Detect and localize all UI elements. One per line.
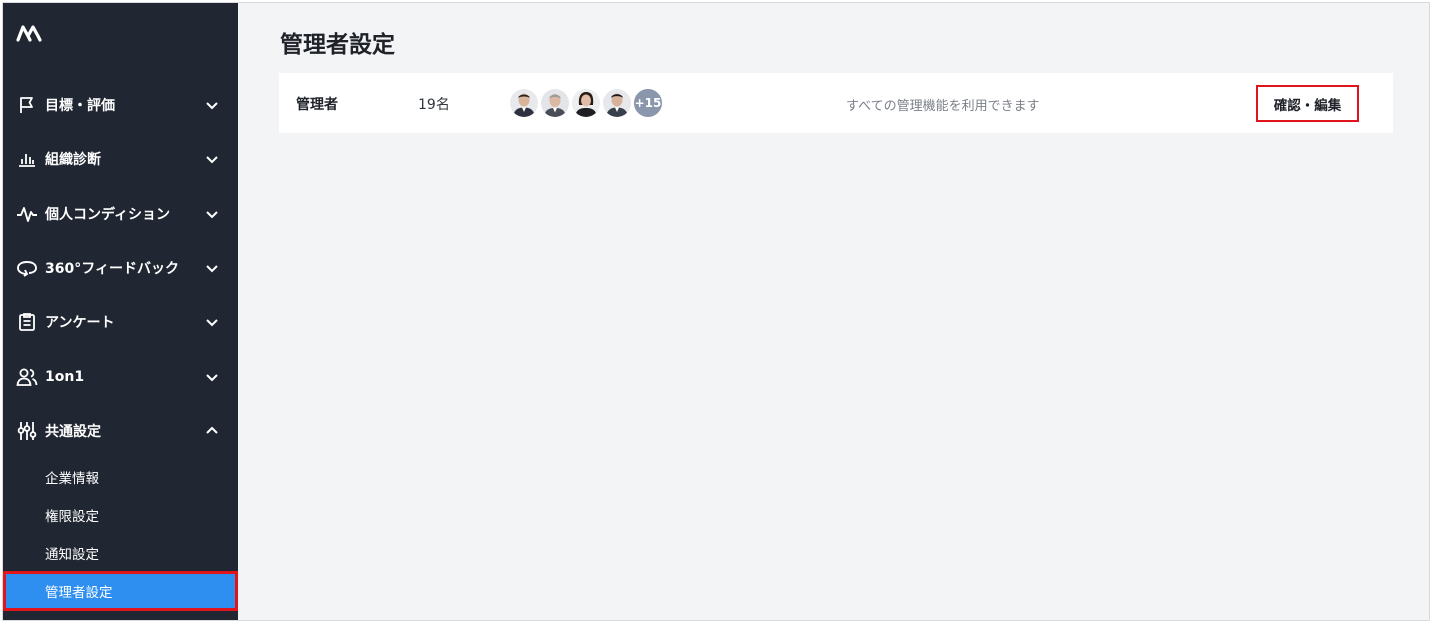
sub-item-label: 通知設定 <box>45 547 99 563</box>
sidebar-item-condition[interactable]: 個人コンディション <box>3 194 238 234</box>
sidebar-item-goals[interactable]: 目標・評価 <box>3 85 238 125</box>
sub-item-permission-settings[interactable]: 権限設定 <box>3 497 238 533</box>
users-icon <box>16 366 38 388</box>
sub-item-admin-settings[interactable]: 管理者設定 <box>3 571 238 611</box>
chevron-down-icon <box>206 211 218 219</box>
chevron-down-icon <box>206 374 218 382</box>
sub-item-company-info[interactable]: 企業情報 <box>3 459 238 495</box>
avatar <box>601 87 633 119</box>
sliders-icon <box>16 420 38 442</box>
sub-item-label: 権限設定 <box>45 509 99 525</box>
sidebar-item-label: 360°フィードバック <box>45 261 179 277</box>
sub-item-label: 管理者設定 <box>45 585 113 601</box>
clipboard-icon <box>16 311 38 333</box>
sidebar-item-survey[interactable]: アンケート <box>3 302 238 342</box>
avatar <box>508 87 540 119</box>
sidebar-item-1on1[interactable]: 1on1 <box>3 357 238 397</box>
sidebar: 目標・評価 組織診断 個人コンディション 360°フィードバック アンケート 1… <box>3 3 238 620</box>
sidebar-item-common-settings[interactable]: 共通設定 <box>3 411 238 451</box>
chevron-down-icon <box>206 102 218 110</box>
avatar <box>539 87 571 119</box>
page-title: 管理者設定 <box>280 32 395 58</box>
feedback-loop-icon <box>16 257 38 279</box>
more-members-badge[interactable]: +15 <box>632 87 664 119</box>
admin-role-row: 管理者 19名 +15 すべての管理機能を利用できます 確認・編集 <box>279 73 1393 133</box>
sidebar-item-label: 組織診断 <box>45 152 101 168</box>
flag-icon <box>16 94 38 116</box>
sidebar-item-label: 個人コンディション <box>45 207 171 223</box>
sidebar-item-360-feedback[interactable]: 360°フィードバック <box>3 248 238 288</box>
app-logo[interactable] <box>16 23 42 43</box>
sidebar-item-label: 共通設定 <box>45 424 101 440</box>
chevron-down-icon <box>206 265 218 273</box>
sub-item-label: 企業情報 <box>45 471 99 487</box>
pulse-icon <box>16 203 38 225</box>
chevron-up-icon <box>206 426 218 434</box>
avatar <box>570 87 602 119</box>
chevron-down-icon <box>206 156 218 164</box>
member-count: 19名 <box>418 97 450 113</box>
app-window: 目標・評価 組織診断 個人コンディション 360°フィードバック アンケート 1… <box>2 2 1430 621</box>
sidebar-item-org-diagnosis[interactable]: 組織診断 <box>3 139 238 179</box>
bar-chart-icon <box>16 148 38 170</box>
sidebar-item-label: 目標・評価 <box>45 98 115 114</box>
role-name: 管理者 <box>296 97 338 113</box>
role-description: すべての管理機能を利用できます <box>846 99 1040 114</box>
sub-item-notification-settings[interactable]: 通知設定 <box>3 535 238 571</box>
sidebar-item-label: 1on1 <box>45 369 85 385</box>
confirm-edit-button[interactable]: 確認・編集 <box>1256 85 1359 122</box>
chevron-down-icon <box>206 319 218 327</box>
sidebar-item-label: アンケート <box>45 315 115 331</box>
